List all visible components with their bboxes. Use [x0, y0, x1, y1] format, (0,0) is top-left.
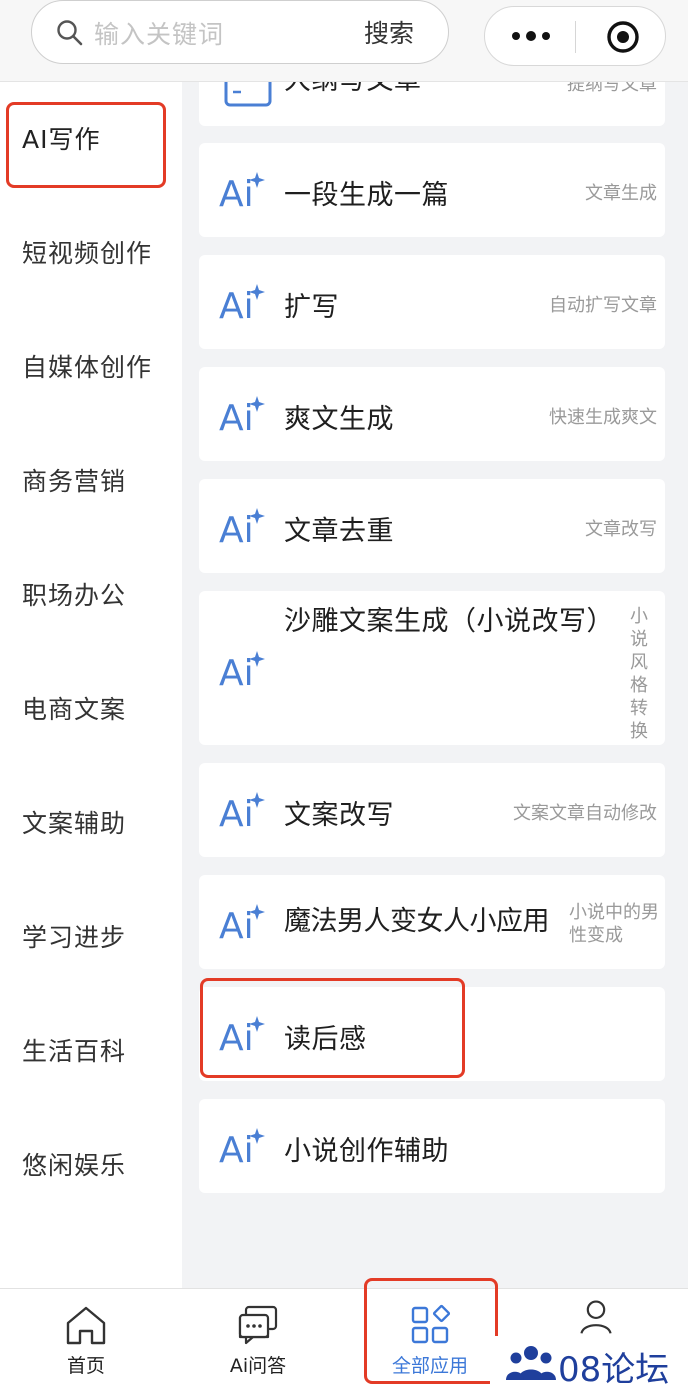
app-card[interactable]: Ai 文案改写 文案文章自动修改 — [199, 763, 665, 857]
ai-sparkle-icon: Ai — [219, 508, 265, 546]
ai-sparkle-icon: Ai — [219, 396, 265, 434]
tab-label: 首页 — [66, 1355, 105, 1377]
app-card[interactable]: 大纲写文章 提纲写文章 — [199, 82, 665, 126]
app-card[interactable]: Ai 文章去重 文章改写 — [199, 479, 665, 573]
svg-text:Ai: Ai — [219, 653, 254, 689]
sidebar-item-copy-assist[interactable]: 文案辅助 — [22, 804, 126, 840]
app-list: 大纲写文章 提纲写文章 Ai 一段生成一篇 文章生成 Ai 扩写 自动扩写文章 … — [182, 82, 688, 1288]
svg-text:Ai: Ai — [219, 794, 254, 830]
ai-sparkle-icon: Ai — [219, 792, 265, 830]
app-title: 一段生成一篇 — [284, 180, 449, 211]
svg-text:Ai: Ai — [219, 510, 254, 546]
mini-program-capsule — [484, 6, 666, 66]
app-subtitle: 提纲写文章 — [567, 82, 657, 95]
top-bar: 输入关键词 搜索 — [0, 0, 688, 82]
user-icon — [580, 1300, 612, 1334]
ai-sparkle-icon: Ai — [219, 1128, 265, 1166]
tab-highlight-box — [364, 1278, 498, 1384]
sidebar-item-life[interactable]: 生活百科 — [22, 1032, 126, 1068]
tab-label: Ai问答 — [229, 1355, 287, 1377]
sidebar-item-self-media[interactable]: 自媒体创作 — [22, 348, 152, 384]
search-bar[interactable]: 输入关键词 搜索 — [31, 0, 449, 64]
more-dots-icon[interactable] — [511, 29, 551, 43]
app-subtitle: 文章改写 — [585, 519, 657, 540]
app-card[interactable]: Ai 魔法男人变女人小应用 小说中的男性变成 — [199, 875, 665, 969]
card-highlight-box — [200, 978, 465, 1078]
search-placeholder[interactable]: 输入关键词 — [94, 15, 224, 51]
ai-sparkle-icon: Ai — [219, 172, 265, 210]
watermark-text: 08论坛 — [558, 1350, 670, 1390]
app-title: 小说创作辅助 — [284, 1136, 449, 1167]
ai-sparkle-icon: Ai — [219, 651, 265, 689]
home-icon — [66, 1306, 106, 1345]
sidebar-item-short-video[interactable]: 短视频创作 — [22, 234, 152, 270]
app-title: 爽文生成 — [284, 404, 394, 435]
app-subtitle: 小说中的男性变成 — [569, 902, 659, 946]
outline-doc-icon — [224, 82, 272, 107]
chat-icon — [238, 1305, 278, 1345]
svg-text:Ai: Ai — [219, 286, 254, 322]
app-title: 文章去重 — [284, 516, 394, 547]
ai-sparkle-icon: Ai — [219, 904, 265, 942]
sidebar-item-ecommerce[interactable]: 电商文案 — [22, 690, 126, 726]
app-title: 扩写 — [284, 292, 339, 323]
svg-text:Ai: Ai — [219, 174, 254, 210]
svg-text:Ai: Ai — [219, 906, 254, 942]
watermark: 08论坛 — [490, 1336, 688, 1394]
search-icon — [57, 20, 83, 46]
app-subtitle: 小说风格转换 — [630, 606, 648, 742]
tab-home[interactable]: 首页 — [0, 1289, 172, 1394]
target-icon[interactable] — [606, 20, 640, 54]
app-card[interactable]: Ai 扩写 自动扩写文章 — [199, 255, 665, 349]
app-subtitle: 快速生成爽文 — [549, 407, 657, 428]
capsule-divider — [575, 21, 576, 53]
app-card[interactable]: Ai 一段生成一篇 文章生成 — [199, 143, 665, 237]
svg-text:Ai: Ai — [219, 1130, 254, 1166]
app-title: 文案改写 — [284, 800, 394, 831]
sidebar-item-leisure[interactable]: 悠闲娱乐 — [22, 1146, 126, 1182]
app-card[interactable]: Ai 小说创作辅助 — [199, 1099, 665, 1193]
category-sidebar: AI写作 短视频创作 自媒体创作 商务营销 职场办公 电商文案 文案辅助 学习进… — [0, 82, 182, 1288]
app-title: 魔法男人变女人小应用 — [284, 906, 550, 937]
sidebar-item-business-marketing[interactable]: 商务营销 — [22, 462, 126, 498]
sidebar-item-learning[interactable]: 学习进步 — [22, 918, 126, 954]
ai-sparkle-icon: Ai — [219, 284, 265, 322]
search-button[interactable]: 搜索 — [364, 14, 414, 50]
app-card[interactable]: Ai 沙雕文案生成（小说改写） 小说风格转换 — [199, 591, 665, 745]
app-subtitle: 文案文章自动修改 — [513, 803, 657, 824]
app-subtitle: 文章生成 — [585, 183, 657, 204]
people-group-icon — [506, 1346, 556, 1380]
app-title: 沙雕文案生成（小说改写） — [284, 606, 614, 637]
sidebar-highlight-box — [6, 102, 166, 188]
svg-text:Ai: Ai — [219, 398, 254, 434]
app-title: 大纲写文章 — [284, 82, 422, 97]
app-card[interactable]: Ai 爽文生成 快速生成爽文 — [199, 367, 665, 461]
sidebar-item-office[interactable]: 职场办公 — [22, 576, 126, 612]
app-subtitle: 自动扩写文章 — [549, 295, 657, 316]
tab-ai-qa[interactable]: Ai问答 — [172, 1289, 344, 1394]
